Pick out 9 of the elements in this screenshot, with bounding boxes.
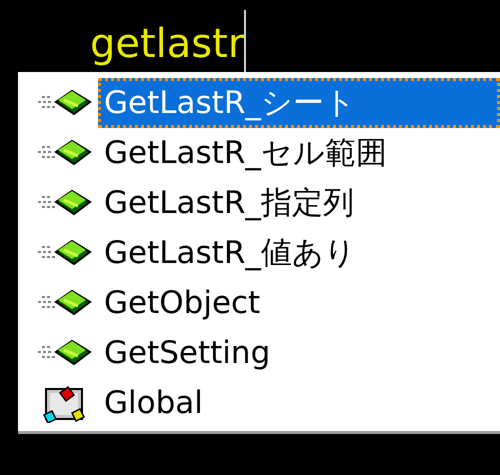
completion-item[interactable]: GetLastR_値あり xyxy=(98,228,500,278)
completion-item[interactable]: GetObject xyxy=(98,278,500,328)
code-text: getlastr xyxy=(90,20,244,69)
completion-item[interactable]: GetLastR_シート xyxy=(98,78,500,128)
completion-item[interactable]: GetLastR_セル範囲 xyxy=(98,128,500,178)
text-cursor xyxy=(244,10,246,72)
completion-item[interactable]: GetLastR_指定列 xyxy=(98,178,500,228)
completion-item[interactable]: GetSetting xyxy=(98,328,500,378)
completion-item[interactable]: Global xyxy=(98,378,500,428)
